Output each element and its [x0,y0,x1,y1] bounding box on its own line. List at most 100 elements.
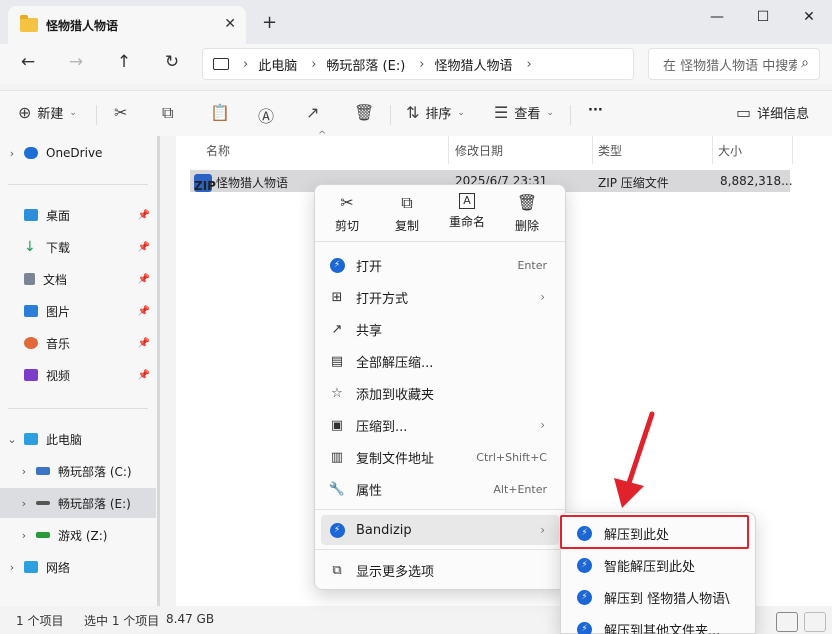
column-header-name[interactable]: 名称 [206,142,230,159]
share-button[interactable]: ↗ [306,103,325,122]
network-drive-icon [36,532,50,538]
column-header-type[interactable]: 类型 [598,142,622,159]
sort-arrow-icon: ^ [318,130,327,141]
submenu-smart-extract[interactable]: ⚡ 智能解压到此处 [565,549,753,581]
menu-item-share[interactable]: ↗ 共享 [321,314,559,344]
sidebar-item-label: 图片 [46,304,71,319]
divider [592,136,593,164]
drive-icon [36,501,50,505]
sidebar-item-music[interactable]: 音乐 📌 [0,328,156,358]
delete-label: 删除 [514,219,539,233]
sidebar-item-label: 下载 [46,240,71,255]
context-menu: ✂ 剪切 ⧉ 复制 A 重命名 🗑 删除 ⚡ 打开 Enter ⊞ 打开方式 ›… [314,184,566,590]
copy-action[interactable]: ⧉ 复制 [383,193,431,234]
menu-item-compress-to[interactable]: ▣ 压缩到... › [321,410,559,440]
search-input[interactable]: 在 怪物猎人物语 中搜索 ⌕ [648,48,820,80]
picture-icon [24,305,38,317]
tab-title: 怪物猎人物语 [46,18,119,33]
sidebar-item-this-pc[interactable]: ⌄ 此电脑 [0,424,156,454]
computer-icon [213,58,229,70]
details-view-button[interactable] [776,612,798,632]
menu-item-add-favorites[interactable]: ☆ 添加到收藏夹 [321,378,559,408]
menu-shortcut: Enter [517,258,547,272]
back-button[interactable]: ← [16,52,40,72]
delete-button[interactable]: 🗑 [354,103,380,122]
cut-button[interactable]: ✂ [114,103,133,122]
column-header-modified[interactable]: 修改日期 [455,142,503,159]
address-bar[interactable]: › 此电脑 › 畅玩部落 (E:) › 怪物猎人物语 › [202,48,634,80]
new-tab-button[interactable]: + [262,12,277,33]
details-pane-icon: ▭ [736,103,752,122]
item-count: 1 个项目 [16,614,64,628]
menu-item-copy-path[interactable]: ▥ 复制文件地址 Ctrl+Shift+C [321,442,559,472]
rename-button[interactable]: Ⓐ [258,103,280,127]
close-tab-icon[interactable]: ✕ [224,16,236,32]
selection-count: 选中 1 个项目 [84,614,160,628]
delete-action[interactable]: 🗑 删除 [503,193,551,234]
breadcrumb-drive[interactable]: 畅玩部落 (E:) [326,55,405,74]
breadcrumb-separator: › [243,56,249,72]
menu-item-bandizip[interactable]: ⚡ Bandizip › [321,515,559,545]
title-bar: 怪物猎人物语 ✕ + — ☐ ✕ [0,0,832,44]
paste-button[interactable]: 📋 [210,103,236,122]
sidebar-item-desktop[interactable]: 桌面 📌 [0,200,156,230]
close-window-button[interactable]: ✕ [786,4,832,30]
sidebar-item-network[interactable]: › 网络 [0,552,156,582]
submenu-extract-other[interactable]: ⚡ 解压到其他文件夹... [565,613,753,634]
command-bar: ⊕ 新建 ⌄ ✂ ⧉ 📋 Ⓐ ↗ 🗑 ⇅ 排序 ⌄ ☰ 查看 ⌄ ··· ▭ 详… [0,90,832,136]
rename-icon: A [459,193,475,209]
new-button[interactable]: ⊕ 新建 ⌄ [18,103,77,122]
submenu-extract-to-folder[interactable]: ⚡ 解压到 怪物猎人物语\ [565,581,753,613]
trash-icon: 🗑 [354,103,375,122]
view-button[interactable]: ☰ 查看 ⌄ [494,103,554,122]
column-header-size[interactable]: 大小 [718,142,742,159]
breadcrumb-this-pc[interactable]: 此电脑 [258,55,297,74]
network-icon [24,561,38,573]
forward-button[interactable]: → [64,52,88,72]
chevron-right-icon: › [540,290,545,304]
menu-item-extract-all[interactable]: ▤ 全部解压缩... [321,346,559,376]
sidebar-item-downloads[interactable]: ↓ 下载 📌 [0,232,156,262]
more-button[interactable]: ··· [588,103,603,118]
tiles-view-button[interactable] [804,612,826,632]
menu-item-properties[interactable]: 🔧 属性 Alt+Enter [321,474,559,504]
tab-active[interactable]: 怪物猎人物语 ✕ [8,6,246,44]
cut-label: 剪切 [334,219,359,233]
sidebar-item-drive-z[interactable]: › 游戏 (Z:) [0,520,156,550]
scissors-icon: ✂ [340,193,354,212]
share-icon: ↗ [306,103,320,122]
cut-action[interactable]: ✂ 剪切 [323,193,371,234]
archive-icon: ▣ [330,417,344,433]
document-icon [24,273,35,285]
sidebar-item-drive-e[interactable]: › 畅玩部落 (E:) [0,488,156,518]
refresh-button[interactable]: ↻ [160,52,184,72]
breadcrumb-folder[interactable]: 怪物猎人物语 [435,55,513,74]
sidebar-item-onedrive[interactable]: › OneDrive [0,138,156,168]
sort-button[interactable]: ⇅ 排序 ⌄ [406,103,465,122]
maximize-button[interactable]: ☐ [740,4,786,30]
copy-button[interactable]: ⧉ [162,103,179,123]
menu-item-more-options[interactable]: ⧉ 显示更多选项 [321,555,559,585]
menu-item-label: 复制文件地址 [356,451,435,467]
details-button[interactable]: ▭ 详细信息 [736,103,809,122]
menu-item-label: 显示更多选项 [356,564,435,580]
sidebar-scrollbar[interactable] [157,136,160,606]
menu-item-open[interactable]: ⚡ 打开 Enter [321,250,559,280]
menu-shortcut: Ctrl+Shift+C [476,450,547,464]
rename-action[interactable]: A 重命名 [443,193,491,230]
pin-icon: 📌 [137,305,150,317]
sort-icon: ⇅ [406,103,420,122]
sidebar-item-drive-c[interactable]: › 畅玩部落 (C:) [0,456,156,486]
minimize-button[interactable]: — [694,4,740,30]
menu-item-label: Bandizip [356,522,412,538]
sidebar-item-documents[interactable]: 文档 📌 [0,264,156,294]
clipboard-icon: 📋 [210,103,230,122]
up-button[interactable]: ↑ [112,52,136,72]
scissors-icon: ✂ [114,103,128,122]
sidebar-item-videos[interactable]: 视频 📌 [0,360,156,390]
bandizip-icon: ⚡ [577,589,592,605]
divider [315,509,565,510]
chevron-down-icon: ⌄ [546,107,554,118]
sidebar-item-pictures[interactable]: 图片 📌 [0,296,156,326]
menu-item-open-with[interactable]: ⊞ 打开方式 › [321,282,559,312]
